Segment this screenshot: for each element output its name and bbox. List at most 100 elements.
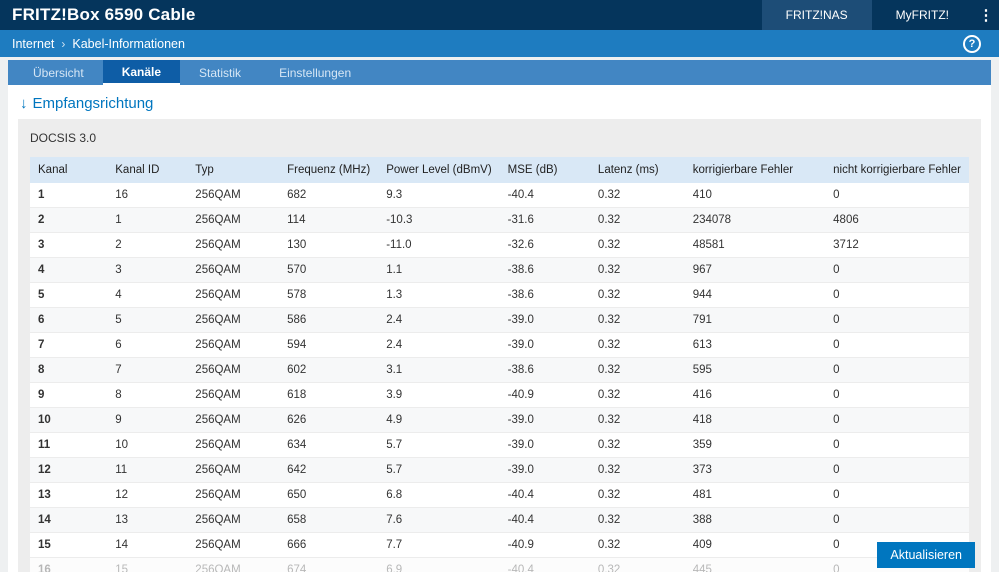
tab-statistik[interactable]: Statistik — [180, 60, 260, 85]
table-cell: 14 — [107, 532, 188, 558]
table-cell: 14 — [30, 507, 108, 533]
table-cell: 602 — [279, 357, 379, 383]
table-cell: 359 — [684, 432, 826, 458]
table-cell: -38.6 — [499, 257, 590, 283]
table-cell: 650 — [279, 482, 379, 508]
table-cell: 256QAM — [187, 207, 280, 233]
table-cell: 0 — [825, 307, 969, 333]
table-cell: 1.1 — [378, 257, 500, 283]
breadcrumb-separator: › — [61, 36, 66, 51]
tab-bar: Übersicht Kanäle Statistik Einstellungen — [8, 60, 991, 85]
table-cell: 416 — [684, 382, 826, 408]
table-cell: 0 — [825, 357, 969, 383]
channel-table: Kanal Kanal ID Typ Frequenz (MHz) Power Leve… — [30, 157, 969, 572]
table-cell: 16 — [107, 183, 188, 208]
table-cell: 9 — [30, 382, 108, 408]
table-cell: 234078 — [684, 207, 826, 233]
tab-kan-le[interactable]: Kanäle — [102, 60, 181, 85]
table-cell: 3.1 — [378, 357, 500, 383]
table-cell: 4 — [30, 257, 108, 283]
table-cell: 256QAM — [187, 482, 280, 508]
table-cell: -39.0 — [499, 457, 590, 483]
table-cell: 7.7 — [378, 532, 500, 558]
table-cell: 6.9 — [378, 557, 500, 572]
table-cell: -39.0 — [499, 432, 590, 458]
kebab-menu-icon[interactable]: ⋮ — [973, 0, 999, 30]
table-cell: -40.4 — [499, 183, 590, 208]
table-cell: 0.32 — [589, 382, 685, 408]
table-cell: 2.4 — [378, 332, 500, 358]
content-area: ↓ Empfangsrichtung DOCSIS 3.0 Kanal Kanal… — [8, 85, 991, 572]
table-cell: 256QAM — [187, 507, 280, 533]
tab-einstellungen[interactable]: Einstellungen — [260, 60, 370, 85]
table-cell: 0.32 — [589, 432, 685, 458]
table-cell: 9 — [107, 407, 188, 433]
table-cell: -40.4 — [499, 557, 590, 572]
table-row: 6 5 256QAM 586 2.4 -39.0 0.32 791 0 — [30, 307, 969, 333]
table-cell: 674 — [279, 557, 379, 572]
table-cell: 658 — [279, 507, 379, 533]
table-cell: 3 — [30, 232, 108, 258]
table-cell: 586 — [279, 307, 379, 333]
table-row: 14 13 256QAM 658 7.6 -40.4 0.32 388 0 — [30, 507, 969, 533]
table-cell: 618 — [279, 382, 379, 408]
table-cell: 0 — [825, 282, 969, 308]
table-cell: -32.6 — [499, 232, 590, 258]
table-cell: 256QAM — [187, 457, 280, 483]
table-cell: 0.32 — [589, 532, 685, 558]
table-cell: 7 — [107, 357, 188, 383]
table-cell: -40.4 — [499, 507, 590, 533]
tab--bersicht[interactable]: Übersicht — [14, 60, 103, 85]
table-cell: 3 — [107, 257, 188, 283]
table-row: 2 1 256QAM 114 -10.3 -31.6 0.32 234078 4806 — [30, 207, 969, 233]
table-cell: 0.32 — [589, 407, 685, 433]
table-cell: -40.4 — [499, 482, 590, 508]
table-cell: 0 — [825, 382, 969, 408]
table-cell: 0.32 — [589, 257, 685, 283]
table-cell: 0.32 — [589, 357, 685, 383]
page-body: Übersicht Kanäle Statistik Einstellungen ↓ … — [0, 60, 999, 572]
column-header: Power Level (dBmV) — [378, 157, 500, 183]
help-icon[interactable]: ? — [963, 34, 981, 53]
breadcrumb-item-internet[interactable]: Internet — [12, 37, 54, 51]
table-row: 13 12 256QAM 650 6.8 -40.4 0.32 481 0 — [30, 482, 969, 508]
table-cell: -39.0 — [499, 332, 590, 358]
table-row: 7 6 256QAM 594 2.4 -39.0 0.32 613 0 — [30, 332, 969, 358]
table-cell: 0.32 — [589, 307, 685, 333]
table-row: 10 9 256QAM 626 4.9 -39.0 0.32 418 0 — [30, 407, 969, 433]
table-cell: -38.6 — [499, 357, 590, 383]
table-cell: 0 — [825, 183, 969, 208]
breadcrumb-item-kabel-informationen: Kabel-Informationen — [72, 36, 185, 51]
column-header: Frequenz (MHz) — [279, 157, 379, 183]
table-cell: 114 — [279, 207, 379, 233]
table-cell: 666 — [279, 532, 379, 558]
table-cell: 2 — [30, 207, 108, 233]
table-cell: 10 — [107, 432, 188, 458]
table-cell: 0.32 — [589, 482, 685, 508]
table-cell: 256QAM — [187, 407, 280, 433]
table-cell: 613 — [684, 332, 826, 358]
table-cell: -38.6 — [499, 282, 590, 308]
table-cell: 7.6 — [378, 507, 500, 533]
docsis-panel: DOCSIS 3.0 Kanal Kanal ID Typ Frequenz (MHz… — [18, 119, 981, 572]
nav-myfritz[interactable]: MyFRITZ! — [872, 0, 973, 30]
table-cell: 634 — [279, 432, 379, 458]
table-cell: 130 — [279, 232, 379, 258]
table-cell: 682 — [279, 183, 379, 208]
table-cell: 12 — [107, 482, 188, 508]
table-cell: 0.32 — [589, 332, 685, 358]
table-cell: 6 — [107, 332, 188, 358]
table-cell: 13 — [107, 507, 188, 533]
table-cell: 256QAM — [187, 382, 280, 408]
table-cell: 5 — [107, 307, 188, 333]
table-cell: 409 — [684, 532, 826, 558]
table-cell: 256QAM — [187, 257, 280, 283]
table-cell: 642 — [279, 457, 379, 483]
table-cell: 944 — [684, 282, 826, 308]
column-header: MSE (dB) — [499, 157, 590, 183]
refresh-button[interactable]: Aktualisieren — [877, 542, 975, 568]
table-cell: 11 — [30, 432, 108, 458]
table-cell: 0.32 — [589, 557, 685, 572]
table-cell: 0 — [825, 482, 969, 508]
nav-fritznas[interactable]: FRITZ!NAS — [761, 0, 872, 30]
